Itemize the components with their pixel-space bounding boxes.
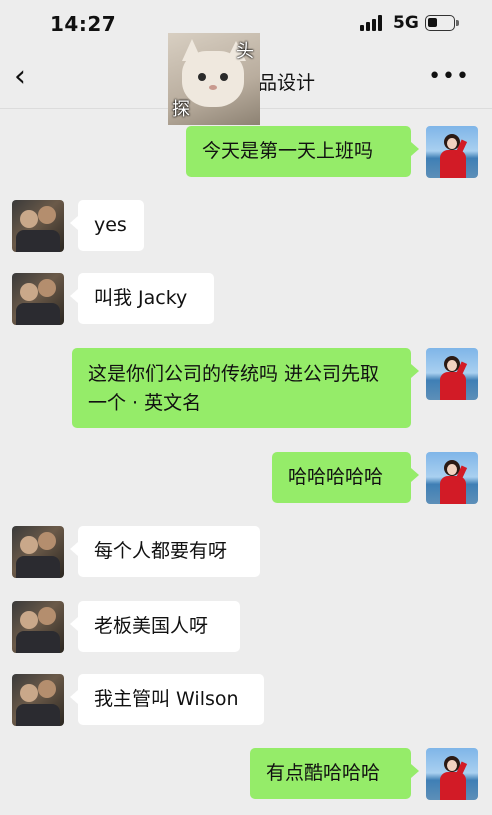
back-arrow-icon[interactable]: ‹ — [14, 62, 36, 92]
my-avatar[interactable] — [426, 748, 478, 800]
message-bubble[interactable]: 哈哈哈哈哈 — [272, 452, 419, 503]
more-options-icon[interactable]: ••• — [428, 64, 470, 89]
message-bubble[interactable]: 叫我 Jacky — [70, 273, 214, 324]
contact-avatar[interactable] — [12, 674, 64, 726]
my-avatar[interactable] — [426, 348, 478, 400]
message-bubble[interactable]: 每个人都要有呀 — [70, 526, 260, 577]
message-bubble[interactable]: 今天是第一天上班吗 — [186, 126, 419, 177]
status-time: 14:27 — [50, 12, 117, 36]
my-avatar[interactable] — [426, 452, 478, 504]
contact-avatar[interactable] — [12, 601, 64, 653]
network-type: 5G — [393, 13, 419, 33]
message-bubble[interactable]: yes — [70, 200, 144, 251]
message-bubble[interactable]: 这是你们公司的传统吗 进公司先取一个 · 英文名 — [72, 348, 419, 428]
contact-avatar[interactable] — [12, 200, 64, 252]
message-bubble[interactable]: 我主管叫 Wilson — [70, 674, 264, 725]
sticker-char-top: 头 — [236, 41, 254, 62]
battery-icon — [425, 15, 459, 31]
cat-sticker-image: 头 探 — [168, 33, 260, 125]
message-bubble[interactable]: 有点酷哈哈哈 — [250, 748, 419, 799]
message-bubble[interactable]: 老板美国人呀 — [70, 601, 240, 652]
my-avatar[interactable] — [426, 126, 478, 178]
chat-title: 品设计 — [258, 72, 316, 94]
signal-icon — [360, 15, 382, 31]
contact-avatar[interactable] — [12, 526, 64, 578]
sticker-char-bottom: 探 — [172, 99, 190, 120]
contact-avatar[interactable] — [12, 273, 64, 325]
